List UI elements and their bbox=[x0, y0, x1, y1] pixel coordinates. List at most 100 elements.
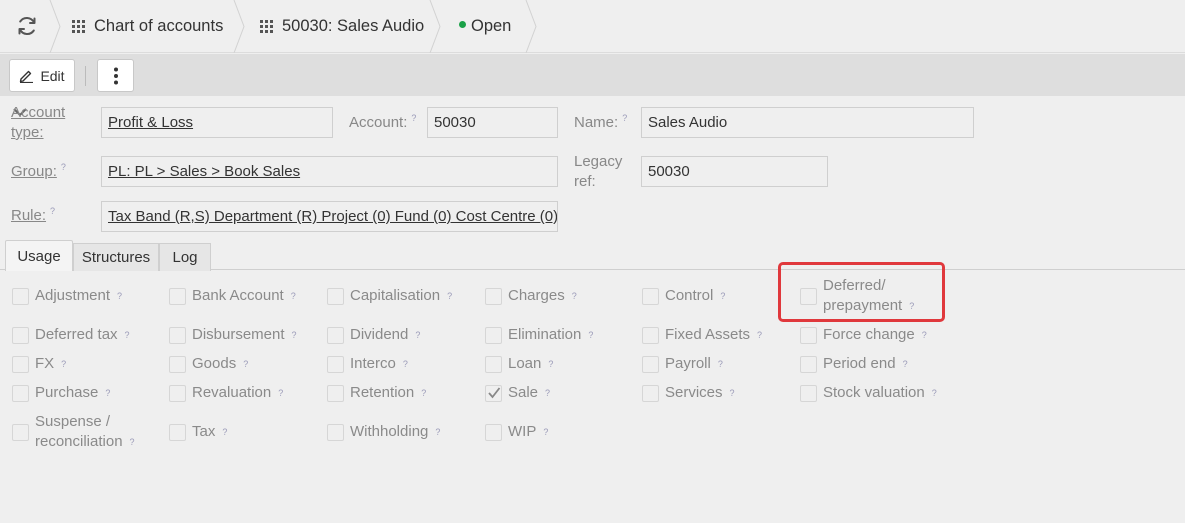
checkbox[interactable] bbox=[327, 327, 344, 344]
checkbox[interactable] bbox=[327, 424, 344, 441]
usage-checkbox-purchase[interactable]: Purchase? bbox=[12, 383, 110, 404]
checkbox-label: Payroll? bbox=[665, 355, 723, 372]
usage-checkbox-adjustment[interactable]: Adjustment? bbox=[12, 286, 122, 307]
checkbox[interactable] bbox=[12, 385, 29, 402]
help-icon: ? bbox=[717, 359, 723, 369]
checkbox[interactable] bbox=[327, 288, 344, 305]
account-label: Account:? bbox=[349, 113, 417, 131]
checkbox-label: Bank Account? bbox=[192, 287, 296, 304]
checkbox-label: Tax? bbox=[192, 423, 228, 440]
checkbox[interactable] bbox=[800, 385, 817, 402]
checkbox[interactable] bbox=[485, 327, 502, 344]
breadcrumb-separator bbox=[525, 0, 537, 53]
checkbox[interactable] bbox=[642, 385, 659, 402]
usage-checkbox-sale[interactable]: Sale? bbox=[485, 383, 550, 404]
help-icon: ? bbox=[105, 388, 111, 398]
group-label: Group:? bbox=[11, 162, 66, 180]
rule-label: Rule:? bbox=[11, 206, 56, 224]
usage-checkbox-goods[interactable]: Goods? bbox=[169, 354, 248, 375]
help-icon: ? bbox=[543, 427, 549, 437]
usage-checkbox-bank-account[interactable]: Bank Account? bbox=[169, 286, 296, 307]
usage-checkbox-capitalisation[interactable]: Capitalisation? bbox=[327, 286, 452, 307]
checkbox[interactable] bbox=[485, 385, 502, 402]
checkbox-label: Charges? bbox=[508, 287, 577, 304]
checkbox[interactable] bbox=[642, 356, 659, 373]
name-label: Name:? bbox=[574, 113, 628, 131]
usage-checkbox-fx[interactable]: FX? bbox=[12, 354, 66, 375]
checkbox[interactable] bbox=[800, 356, 817, 373]
usage-checkbox-charges[interactable]: Charges? bbox=[485, 286, 577, 307]
checkbox[interactable] bbox=[485, 288, 502, 305]
usage-checkbox-loan[interactable]: Loan? bbox=[485, 354, 553, 375]
checkbox[interactable] bbox=[169, 327, 186, 344]
breadcrumb-chart-of-accounts[interactable]: Chart of accounts bbox=[72, 0, 223, 53]
checkbox[interactable] bbox=[12, 424, 29, 441]
usage-checkbox-control[interactable]: Control? bbox=[642, 286, 725, 307]
usage-checkbox-wip[interactable]: WIP? bbox=[485, 422, 548, 443]
edit-button[interactable]: Edit bbox=[9, 59, 75, 92]
help-icon: ? bbox=[222, 427, 228, 437]
checkbox[interactable] bbox=[169, 385, 186, 402]
usage-checkbox-elimination[interactable]: Elimination? bbox=[485, 325, 593, 346]
breadcrumb-account[interactable]: 50030: Sales Audio bbox=[260, 0, 424, 53]
help-icon: ? bbox=[291, 330, 297, 340]
checkbox[interactable] bbox=[169, 288, 186, 305]
usage-checkbox-interco[interactable]: Interco? bbox=[327, 354, 408, 375]
checkbox[interactable] bbox=[485, 356, 502, 373]
help-icon: ? bbox=[447, 291, 453, 301]
usage-checkbox-payroll[interactable]: Payroll? bbox=[642, 354, 723, 375]
checkbox-label: Purchase? bbox=[35, 384, 111, 401]
tab-usage[interactable]: Usage bbox=[5, 240, 73, 271]
more-options-button[interactable] bbox=[97, 59, 134, 92]
checkbox[interactable] bbox=[485, 424, 502, 441]
rule-field[interactable]: Tax Band (R,S) Department (R) Project (0… bbox=[101, 201, 558, 232]
breadcrumb-bar: Chart of accounts 50030: Sales Audio Ope… bbox=[0, 0, 1185, 53]
usage-checkbox-disbursement[interactable]: Disbursement? bbox=[169, 325, 297, 346]
checkbox[interactable] bbox=[12, 327, 29, 344]
breadcrumb-label: Chart of accounts bbox=[94, 17, 224, 35]
help-icon: ? bbox=[902, 359, 908, 369]
group-field[interactable]: PL: PL > Sales > Book Sales bbox=[101, 156, 558, 187]
breadcrumb-status[interactable]: Open bbox=[459, 0, 511, 53]
help-icon: ? bbox=[61, 359, 67, 369]
usage-checkbox-suspense-reconciliation[interactable]: Suspense / reconciliation? bbox=[12, 412, 135, 453]
help-icon: ? bbox=[931, 388, 937, 398]
account-field[interactable]: 50030 bbox=[427, 107, 558, 138]
help-icon: ? bbox=[545, 388, 551, 398]
checkbox[interactable] bbox=[12, 356, 29, 373]
checkbox[interactable] bbox=[642, 288, 659, 305]
checkbox-label: Services? bbox=[665, 384, 735, 401]
usage-checkbox-dividend[interactable]: Dividend? bbox=[327, 325, 420, 346]
usage-checkbox-period-end[interactable]: Period end? bbox=[800, 354, 908, 375]
tab-log[interactable]: Log bbox=[159, 243, 211, 271]
refresh-icon[interactable] bbox=[15, 14, 39, 38]
help-icon: ? bbox=[757, 330, 763, 340]
breadcrumb-label: 50030: Sales Audio bbox=[282, 17, 425, 35]
usage-checkbox-services[interactable]: Services? bbox=[642, 383, 735, 404]
usage-checkbox-stock-valuation[interactable]: Stock valuation? bbox=[800, 383, 937, 404]
usage-checkbox-revaluation[interactable]: Revaluation? bbox=[169, 383, 283, 404]
checkbox[interactable] bbox=[169, 424, 186, 441]
account-type-field[interactable]: Profit & Loss bbox=[101, 107, 333, 138]
name-field[interactable]: Sales Audio bbox=[641, 107, 974, 138]
usage-checkbox-withholding[interactable]: Withholding? bbox=[327, 422, 440, 443]
legacy-ref-label: Legacy ref: bbox=[574, 153, 623, 190]
checkbox-label: Control? bbox=[665, 287, 726, 304]
checkbox-label: Suspense / reconciliation? bbox=[35, 413, 135, 450]
usage-checkbox-force-change[interactable]: Force change? bbox=[800, 325, 927, 346]
checkbox[interactable] bbox=[800, 327, 817, 344]
pencil-icon bbox=[20, 70, 34, 83]
checkbox[interactable] bbox=[642, 327, 659, 344]
legacy-ref-field[interactable]: 50030 bbox=[641, 156, 828, 187]
tab-structures[interactable]: Structures bbox=[73, 243, 159, 271]
usage-checkbox-tax[interactable]: Tax? bbox=[169, 422, 227, 443]
usage-checkbox-deferred-tax[interactable]: Deferred tax? bbox=[12, 325, 130, 346]
checkbox-label: Force change? bbox=[823, 326, 927, 343]
checkbox-label: Fixed Assets? bbox=[665, 326, 763, 343]
usage-checkbox-retention[interactable]: Retention? bbox=[327, 383, 426, 404]
checkbox[interactable] bbox=[12, 288, 29, 305]
checkbox[interactable] bbox=[169, 356, 186, 373]
checkbox[interactable] bbox=[327, 356, 344, 373]
usage-checkbox-fixed-assets[interactable]: Fixed Assets? bbox=[642, 325, 762, 346]
checkbox[interactable] bbox=[327, 385, 344, 402]
